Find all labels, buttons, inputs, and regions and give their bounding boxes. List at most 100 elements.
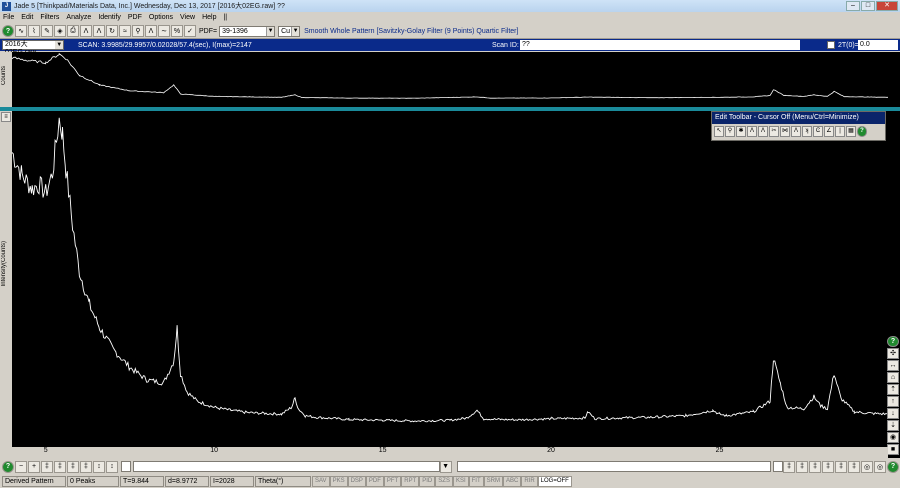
plus-icon[interactable]: +	[28, 460, 40, 473]
tab-ksi[interactable]: KSI	[452, 476, 469, 487]
step-icon[interactable]: ‡	[835, 460, 848, 473]
tab-dsp[interactable]: DSP	[347, 476, 366, 487]
print-icon[interactable]: ⎙	[67, 25, 79, 37]
step-icon[interactable]: ‡	[809, 460, 822, 473]
chevron-down-icon[interactable]: ▼	[439, 460, 452, 473]
grid-icon[interactable]: ▦	[846, 126, 856, 137]
chevron-down-icon[interactable]: ▼	[55, 41, 63, 49]
delete-peak-icon[interactable]: ✂	[769, 126, 779, 137]
tab-pft[interactable]: PFT	[383, 476, 402, 487]
range-end-field[interactable]	[773, 461, 784, 472]
menu-file[interactable]: File	[3, 14, 14, 21]
peak-search-icon[interactable]: Ʌ	[80, 25, 92, 37]
help-icon[interactable]: ?	[2, 460, 14, 473]
background-icon[interactable]: ⌇	[28, 25, 40, 37]
tab-rpt[interactable]: RPT	[401, 476, 420, 487]
menu-filters[interactable]: Filters	[40, 14, 59, 21]
step-icon[interactable]: ‡	[796, 460, 809, 473]
peak-marker-icon[interactable]: ✱	[736, 126, 746, 137]
menu-view[interactable]: View	[180, 14, 195, 21]
smooth-pattern-icon[interactable]: ∿	[15, 25, 27, 37]
eye-icon[interactable]: ◉	[887, 432, 899, 443]
maximize-button[interactable]: □	[861, 1, 875, 11]
tab-pid[interactable]: PID	[419, 476, 436, 487]
two-theta-field[interactable]: 0.0	[858, 40, 898, 50]
tab-rir[interactable]: RIR	[521, 476, 538, 487]
menu-help[interactable]: Help	[202, 14, 216, 21]
label-icon[interactable]: ʞ	[802, 126, 812, 137]
pattern-select[interactable]	[132, 461, 440, 472]
split-icon[interactable]: |	[835, 126, 845, 137]
tab-srm[interactable]: SRM	[483, 476, 503, 487]
scan-id-field[interactable]: ??	[520, 40, 800, 50]
main-plot[interactable]: ≡ Intensity(Counts) ? ✣ ↔ ⌂ ⇡ ↑ ↓ ⇣ ◉ ■	[0, 111, 900, 458]
profile-fit-icon[interactable]: Ʌ	[93, 25, 105, 37]
step-right-icon[interactable]: ‡	[80, 460, 92, 473]
profile-icon[interactable]: Ʌ	[791, 126, 801, 137]
minimize-button[interactable]: –	[846, 1, 860, 11]
eraser-icon[interactable]: ◈	[54, 25, 66, 37]
strip-k-alpha-icon[interactable]: ✎	[41, 25, 53, 37]
minus-icon[interactable]: −	[15, 460, 27, 473]
scale-up-icon[interactable]: ⇡	[887, 384, 899, 395]
arrow-up-icon[interactable]: ↑	[887, 396, 899, 407]
search-match-icon[interactable]: ⚲	[132, 25, 144, 37]
expand-horizontal-icon[interactable]: ↔	[887, 360, 899, 371]
wave-icon[interactable]: ∼	[158, 25, 170, 37]
chevron-down-icon[interactable]: ▼	[291, 26, 300, 36]
select-cursor-icon[interactable]: ↖	[714, 126, 724, 137]
help-icon[interactable]: ?	[887, 460, 900, 473]
tab-pks[interactable]: PKS	[329, 476, 348, 487]
menu-edit[interactable]: Edit	[21, 14, 33, 21]
magnify-icon[interactable]: ⚲	[725, 126, 735, 137]
help-icon[interactable]: ?	[857, 126, 867, 137]
pdf-select[interactable]: 39-1396 ▼	[219, 25, 276, 37]
help-icon[interactable]: ?	[887, 336, 899, 347]
file-select[interactable]: 2016大02EG.raw ▼	[2, 40, 64, 56]
step-left-icon[interactable]: ‡	[67, 460, 79, 473]
scale-down-icon[interactable]: ⇣	[887, 420, 899, 431]
move-down-icon[interactable]: ↕	[106, 460, 118, 473]
tab-sav[interactable]: SAV	[312, 476, 330, 487]
move-up-icon[interactable]: ↕	[93, 460, 105, 473]
checkmark-icon[interactable]: ✓	[184, 25, 196, 37]
merge-icon[interactable]: ⋈	[780, 126, 790, 137]
record-icon[interactable]: ◎	[861, 460, 874, 473]
menu-options[interactable]: Options	[149, 14, 173, 21]
menu-pdf[interactable]: PDF	[128, 14, 142, 21]
overview-plot[interactable]: Counts	[0, 52, 900, 107]
menu-analyze[interactable]: Analyze	[66, 14, 91, 21]
help-icon[interactable]: ?	[2, 25, 14, 37]
pattern-icon[interactable]: Ʌ	[145, 25, 157, 37]
angle-icon[interactable]: ∠	[824, 126, 834, 137]
arrow-down-icon[interactable]: ↓	[887, 408, 899, 419]
refresh-icon[interactable]: ↻	[106, 25, 118, 37]
tab-pdf[interactable]: PDF	[365, 476, 384, 487]
tab-fit[interactable]: FIT	[468, 476, 484, 487]
chevron-down-icon[interactable]: ▼	[266, 26, 275, 36]
two-theta-checkbox[interactable]	[827, 41, 835, 49]
target-icon[interactable]: ◎	[874, 460, 887, 473]
step-down-icon[interactable]: ‡	[41, 460, 53, 473]
house-icon[interactable]: ⌂	[887, 372, 899, 383]
compute-icon[interactable]: Ͼ	[813, 126, 823, 137]
overlay-select[interactable]	[456, 461, 772, 472]
close-button[interactable]: ✕	[876, 1, 898, 11]
menu-identify[interactable]: Identify	[98, 14, 121, 21]
tab-abc[interactable]: ABC	[502, 476, 522, 487]
edit-toolbar-title[interactable]: Edit Toolbar - Cursor Off (Menu/Ctrl=Min…	[712, 112, 885, 124]
tab-log-off[interactable]: LOG=OFF	[537, 476, 572, 487]
background-point-icon[interactable]: Ʌ	[758, 126, 768, 137]
add-peak-icon[interactable]: Ʌ	[747, 126, 757, 137]
stop-icon[interactable]: ■	[887, 444, 899, 455]
zoom-icon[interactable]: ✣	[887, 348, 899, 359]
tab-szs[interactable]: SZS	[435, 476, 453, 487]
step-icon[interactable]: ‡	[822, 460, 835, 473]
step-up-icon[interactable]: ‡	[54, 460, 66, 473]
step-icon[interactable]: ‡	[783, 460, 796, 473]
anode-select[interactable]: Cu ▼	[278, 25, 301, 37]
range-start-field[interactable]	[121, 461, 131, 472]
overlay-icon[interactable]: ≈	[119, 25, 131, 37]
percent-icon[interactable]: %	[171, 25, 183, 37]
step-icon[interactable]: ‡	[848, 460, 861, 473]
